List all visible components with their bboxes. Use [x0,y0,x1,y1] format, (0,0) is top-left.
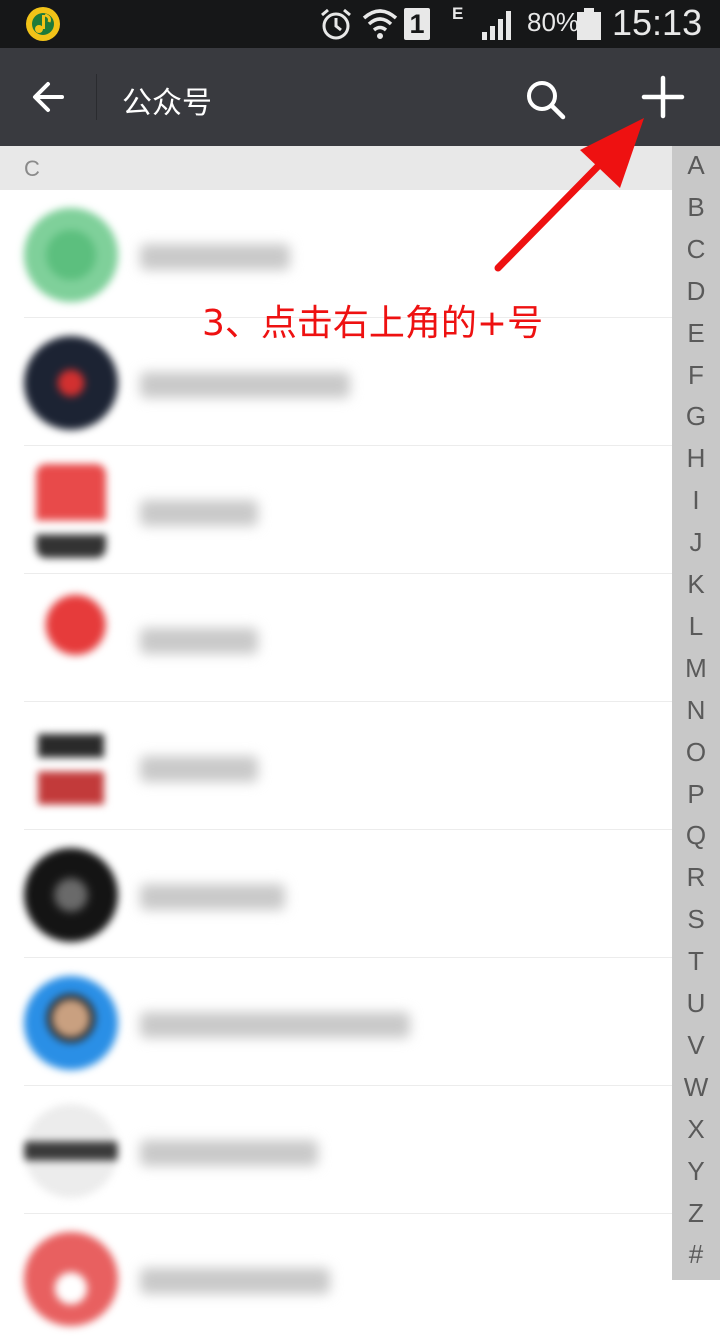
list-item[interactable] [0,1214,672,1342]
avatar [38,720,104,814]
avatar [24,1232,118,1326]
index-letter-k[interactable]: K [672,569,720,600]
blurred-account-name [140,756,258,782]
list-item[interactable] [0,574,672,702]
index-letter-y[interactable]: Y [672,1156,720,1187]
index-letter-s[interactable]: S [672,904,720,935]
blurred-account-name [140,1012,410,1038]
avatar [24,592,118,686]
list-item[interactable] [0,830,672,958]
index-letter-i[interactable]: I [672,485,720,516]
blurred-account-name [140,884,285,910]
avatar [24,848,118,942]
index-letter-q[interactable]: Q [672,820,720,851]
index-letter-w[interactable]: W [672,1072,720,1103]
index-letter-o[interactable]: O [672,737,720,768]
index-letter-u[interactable]: U [672,988,720,1019]
index-letter-x[interactable]: X [672,1114,720,1145]
index-letter-r[interactable]: R [672,862,720,893]
blurred-account-name [140,500,258,526]
annotation-text: 3、点击右上角的+号 [202,303,544,344]
index-letter-z[interactable]: Z [672,1198,720,1229]
list-item[interactable] [0,1086,672,1214]
index-letter-hash[interactable]: # [672,1239,720,1270]
index-letter-v[interactable]: V [672,1030,720,1061]
index-letter-h[interactable]: H [672,443,720,474]
blurred-account-name [140,1140,318,1166]
list-item[interactable] [0,702,672,830]
list-item[interactable] [0,958,672,1086]
index-letter-n[interactable]: N [672,695,720,726]
index-letter-m[interactable]: M [672,653,720,684]
blurred-account-name [140,1268,330,1294]
avatar [36,464,106,558]
avatar [24,976,118,1070]
list-item[interactable] [0,446,672,574]
blurred-account-name [140,628,258,654]
avatar [24,1104,118,1198]
index-letter-t[interactable]: T [672,946,720,977]
index-letter-p[interactable]: P [672,779,720,810]
index-letter-l[interactable]: L [672,611,720,642]
index-letter-g[interactable]: G [672,401,720,432]
index-letter-j[interactable]: J [672,527,720,558]
